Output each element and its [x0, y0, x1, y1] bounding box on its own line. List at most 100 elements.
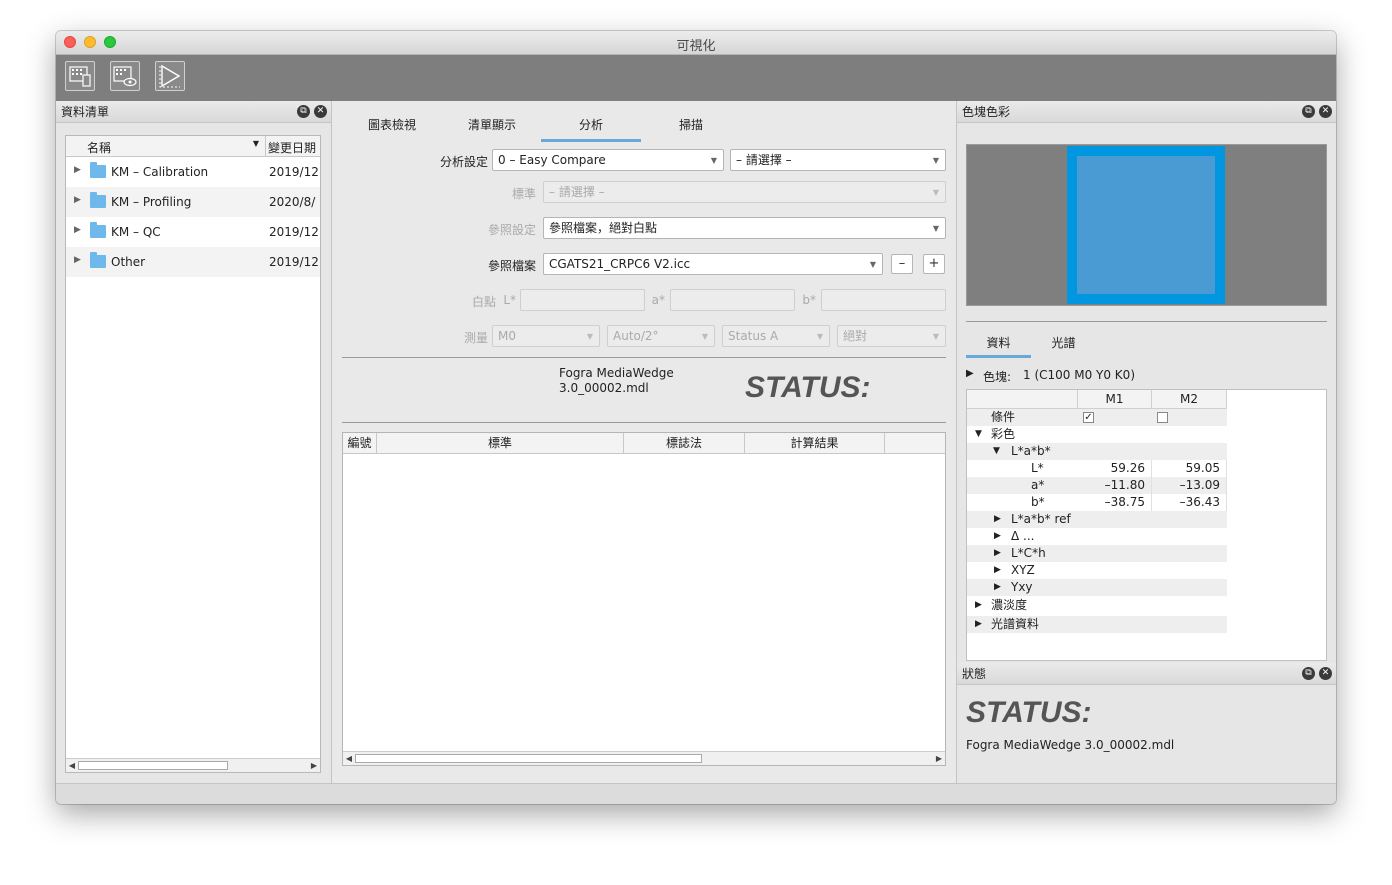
tab-analysis[interactable]: 分析	[541, 109, 641, 142]
observer-select[interactable]: Auto/2° ▼	[607, 325, 715, 347]
reference-setting-select[interactable]: 參照檔案，絕對白點 ▼	[543, 217, 946, 239]
tree-row[interactable]: ▶ KM – Profiling 2020/8/	[66, 187, 320, 217]
tree-row-lab-ref[interactable]: ▶ L*a*b* ref	[967, 511, 1227, 528]
tree-row-lch[interactable]: ▶ L*C*h	[967, 545, 1227, 562]
data-list-tree: 名稱 ▼ 變更日期 ▶ KM – Calibration 2019/12 ▶ K…	[65, 135, 321, 773]
tree-row[interactable]: ▶ KM – Calibration 2019/12	[66, 157, 320, 187]
standard-value: – 請選擇 –	[549, 185, 605, 199]
analysis-setting-value: 0 – Easy Compare	[498, 153, 606, 167]
scroll-left-icon[interactable]: ◀	[66, 759, 78, 772]
expand-arrow-icon[interactable]: ▶	[74, 225, 81, 235]
scroll-right-icon[interactable]: ▶	[933, 752, 945, 765]
tab-data[interactable]: 資料	[966, 328, 1031, 358]
tree-header: 名稱 ▼ 變更日期	[66, 136, 320, 157]
analysis-sub-select[interactable]: – 請選擇 – ▼	[730, 149, 946, 171]
tree-row[interactable]: ▶ Other 2019/12	[66, 247, 320, 277]
absolute-select[interactable]: 絕對 ▼	[837, 325, 946, 347]
scroll-thumb[interactable]	[355, 754, 702, 763]
column-header-name[interactable]: 名稱 ▼	[66, 136, 266, 156]
analysis-view-button[interactable]	[155, 61, 185, 91]
expand-arrow-icon[interactable]: ▶	[975, 597, 982, 614]
tree-row-spectral[interactable]: ▶ 光譜資料	[967, 616, 1227, 633]
expand-arrow-icon[interactable]: ▶	[994, 562, 1001, 579]
white-point-b-field[interactable]	[821, 289, 946, 311]
list-view-button[interactable]	[110, 61, 140, 91]
tree-row-density[interactable]: ▶ 濃淡度	[967, 597, 1227, 614]
expand-arrow-icon[interactable]: ▶	[966, 368, 974, 379]
column-header-standard[interactable]: 標準	[377, 433, 624, 453]
status-value: Status A	[728, 329, 779, 343]
scroll-thumb[interactable]	[78, 761, 228, 770]
column-header-id[interactable]: 編號	[343, 433, 377, 453]
standard-select[interactable]: – 請選擇 – ▼	[543, 181, 946, 203]
expand-arrow-icon[interactable]: ▶	[975, 616, 982, 633]
row-label: a*	[1031, 478, 1045, 492]
analysis-table: 編號 標準 標誌法 計算結果 ◀ ▶	[342, 432, 946, 766]
tree-row-l[interactable]: L* 59.26 59.05	[967, 460, 1227, 477]
tree-horizontal-scrollbar[interactable]: ◀ ▶	[66, 758, 320, 772]
tree-row-xyz[interactable]: ▶ XYZ	[967, 562, 1227, 579]
close-panel-icon[interactable]: ✕	[314, 105, 327, 118]
chevron-down-icon: ▼	[932, 188, 939, 197]
reference-file-select[interactable]: CGATS21_CRPC6 V2.icc ▼	[543, 253, 883, 275]
column-header-result[interactable]: 計算結果	[745, 433, 885, 453]
scroll-right-icon[interactable]: ▶	[308, 759, 320, 772]
data-tree-header: M1 M2	[967, 390, 1227, 409]
close-panel-icon[interactable]: ✕	[1319, 105, 1332, 118]
close-panel-icon[interactable]: ✕	[1319, 667, 1332, 680]
add-reference-button[interactable]: +	[923, 254, 945, 274]
remove-reference-button[interactable]: –	[891, 254, 913, 274]
tree-row-color[interactable]: ▼ 彩色	[967, 426, 1227, 443]
column-header-date[interactable]: 變更日期	[268, 139, 316, 156]
view-tabs: 圖表檢視 清單顯示 分析 掃描	[332, 109, 956, 142]
white-point-l-field[interactable]	[520, 289, 645, 311]
m1-condition-checkbox[interactable]: ✓	[1083, 412, 1094, 423]
collapse-arrow-icon[interactable]: ▼	[975, 426, 982, 443]
row-label: L*	[1031, 461, 1044, 475]
expand-arrow-icon[interactable]: ▶	[994, 545, 1001, 562]
color-patch-panel-title: 色塊色彩	[962, 105, 1011, 119]
chart-view-button[interactable]	[65, 61, 95, 91]
expand-arrow-icon[interactable]: ▶	[994, 511, 1001, 528]
float-panel-icon[interactable]: ⧉	[1302, 105, 1315, 118]
tree-row-b[interactable]: b* –38.75 –36.43	[967, 494, 1227, 511]
expand-arrow-icon[interactable]: ▶	[74, 165, 81, 175]
column-header-m1[interactable]: M1	[1077, 390, 1152, 408]
table-horizontal-scrollbar[interactable]: ◀ ▶	[343, 751, 945, 765]
m1-value: –38.75	[1077, 494, 1152, 511]
collapse-arrow-icon[interactable]: ▼	[993, 443, 1000, 460]
expand-arrow-icon[interactable]: ▶	[994, 579, 1001, 596]
measurement-mode-select[interactable]: M0 ▼	[492, 325, 600, 347]
m2-condition-checkbox[interactable]	[1157, 412, 1168, 423]
tree-row[interactable]: ▶ KM – QC 2019/12	[66, 217, 320, 247]
status-bar	[56, 783, 1336, 804]
tree-row-lab[interactable]: ▼ L*a*b*	[967, 443, 1227, 460]
float-panel-icon[interactable]: ⧉	[1302, 667, 1315, 680]
expand-arrow-icon[interactable]: ▶	[74, 255, 81, 265]
status-select[interactable]: Status A ▼	[722, 325, 830, 347]
tree-row-a[interactable]: a* –11.80 –13.09	[967, 477, 1227, 494]
scroll-left-icon[interactable]: ◀	[343, 752, 355, 765]
wedge-name: Fogra MediaWedge 3.0_00002.mdl	[559, 366, 674, 396]
analysis-setting-select[interactable]: 0 – Easy Compare ▼	[492, 149, 724, 171]
expand-arrow-icon[interactable]: ▶	[994, 528, 1001, 545]
row-label: 光譜資料	[991, 617, 1040, 631]
tab-chart-view[interactable]: 圖表檢視	[342, 109, 442, 142]
tab-spectrum[interactable]: 光譜	[1031, 328, 1096, 358]
float-panel-icon[interactable]: ⧉	[297, 105, 310, 118]
tree-row-yxy[interactable]: ▶ Yxy	[967, 579, 1227, 596]
row-label: 彩色	[991, 427, 1016, 441]
data-tabs: 資料 光譜	[966, 328, 1327, 358]
row-label: Yxy	[1011, 580, 1033, 594]
expand-arrow-icon[interactable]: ▶	[74, 195, 81, 205]
column-header-notation[interactable]: 標誌法	[624, 433, 745, 453]
tab-scan[interactable]: 掃描	[641, 109, 741, 142]
patch-row[interactable]: ▶ 色塊: 1 (C100 M0 Y0 K0)	[966, 368, 1327, 384]
tab-list-view[interactable]: 清單顯示	[442, 109, 542, 142]
column-header-m2[interactable]: M2	[1152, 390, 1227, 408]
tree-row-condition[interactable]: 條件 ✓	[967, 409, 1227, 426]
tree-row-delta[interactable]: ▶ Δ ...	[967, 528, 1227, 545]
white-point-a-field[interactable]	[670, 289, 795, 311]
color-patch-panel-header: 色塊色彩 ⧉ ✕	[957, 101, 1336, 123]
toolbar	[56, 55, 1336, 101]
